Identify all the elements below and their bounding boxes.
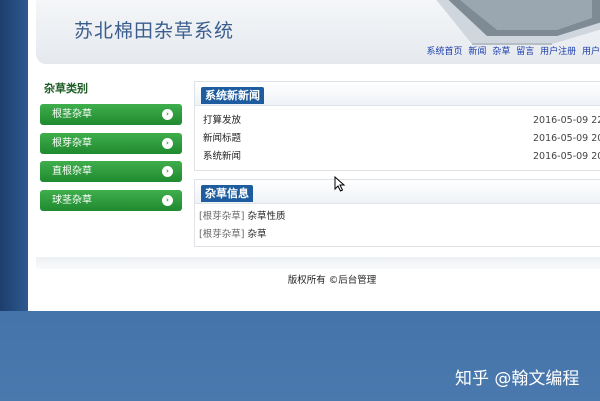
sidebar-item-root-bud-weed[interactable]: 根芽杂草 › — [40, 133, 182, 154]
news-date: 2016-05-09 20:2 — [533, 151, 600, 162]
nav-home-link[interactable]: 系统首页 — [427, 47, 463, 57]
chevron-right-icon: › — [162, 138, 173, 149]
sidebar-item-bulb-weed[interactable]: 球茎杂草 › — [40, 190, 182, 211]
news-row[interactable]: 系统新闻 2016-05-09 20:2 — [203, 149, 600, 165]
weed-category-tag: [根芽杂草] — [199, 229, 245, 240]
footer-band — [36, 257, 600, 269]
weed-category-tag: [根芽杂草] — [199, 211, 245, 222]
laptop-graphic — [436, 0, 600, 45]
chevron-right-icon: › — [162, 166, 173, 177]
weed-name[interactable]: 杂草性质 — [247, 211, 285, 222]
news-date: 2016-05-09 22:1 — [533, 115, 600, 126]
nav-message-link[interactable]: 留言 — [516, 47, 534, 57]
news-row[interactable]: 新闻标题 2016-05-09 20:2 — [203, 131, 600, 147]
chevron-right-icon: › — [162, 195, 173, 206]
nav-weeds-link[interactable]: 杂草 — [492, 47, 510, 57]
news-panel-title: 系统新新闻 — [201, 87, 264, 104]
site-header: 苏北棉田杂草系统 系统首页 新闻 杂草 留言 用户注册 用户 — [36, 0, 600, 64]
sidebar-item-taproot-weed[interactable]: 直根杂草 › — [40, 161, 182, 182]
nav-user-link[interactable]: 用户 — [582, 47, 600, 57]
sidebar-item-rhizome-weed[interactable]: 根茎杂草 › — [40, 104, 182, 125]
news-date: 2016-05-09 20:2 — [533, 133, 600, 144]
weed-panel-title: 杂草信息 — [201, 185, 253, 202]
news-title[interactable]: 系统新闻 — [203, 151, 241, 162]
watermark: 知乎 @翰文编程 — [455, 369, 580, 389]
sidebar-item-label: 球茎杂草 — [52, 195, 92, 206]
sidebar-item-label: 根茎杂草 — [52, 109, 92, 120]
sidebar-item-label: 根芽杂草 — [52, 138, 92, 149]
chevron-right-icon: › — [162, 109, 173, 120]
sidebar-heading: 杂草类别 — [44, 82, 88, 95]
site-title: 苏北棉田杂草系统 — [74, 20, 235, 42]
weed-info-panel: 杂草信息 [根芽杂草] 杂草性质 [根芽杂草] 杂草 — [194, 179, 600, 247]
sidebar-item-label: 直根杂草 — [52, 166, 92, 177]
weed-list-item[interactable]: [根芽杂草] 杂草性质 — [199, 209, 285, 225]
weed-panel-header: 杂草信息 — [195, 180, 600, 204]
mouse-cursor-icon — [334, 176, 346, 192]
news-row[interactable]: 打算发放 2016-05-09 22:1 — [203, 113, 600, 129]
top-nav: 系统首页 新闻 杂草 留言 用户注册 用户 — [424, 44, 600, 57]
news-panel-header: 系统新新闻 — [195, 82, 600, 106]
nav-register-link[interactable]: 用户注册 — [540, 47, 576, 57]
page-left-edge — [0, 0, 28, 311]
news-panel: 系统新新闻 打算发放 2016-05-09 22:1 新闻标题 2016-05-… — [194, 81, 600, 171]
news-title[interactable]: 打算发放 — [203, 115, 241, 126]
nav-news-link[interactable]: 新闻 — [468, 47, 486, 57]
news-title[interactable]: 新闻标题 — [203, 133, 241, 144]
weed-list-item[interactable]: [根芽杂草] 杂草 — [199, 227, 266, 243]
copyright-text: 版权所有 ©后台管理 — [287, 275, 377, 286]
weed-name[interactable]: 杂草 — [247, 229, 266, 240]
